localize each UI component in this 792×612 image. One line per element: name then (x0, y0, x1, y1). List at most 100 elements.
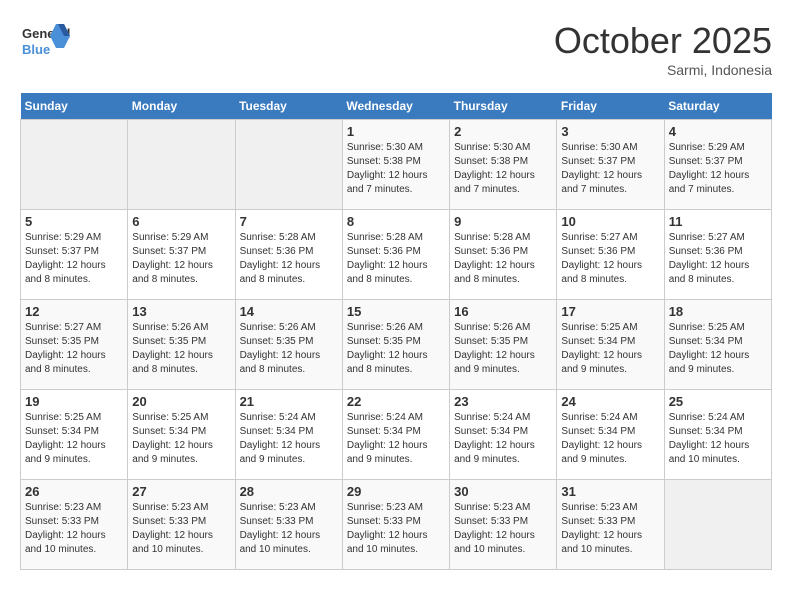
day-detail: Sunrise: 5:26 AM Sunset: 5:35 PM Dayligh… (347, 321, 445, 377)
location-subtitle: Sarmi, Indonesia (554, 62, 772, 78)
day-detail: Sunrise: 5:27 AM Sunset: 5:36 PM Dayligh… (669, 231, 767, 287)
calendar-cell (128, 120, 235, 210)
day-detail: Sunrise: 5:26 AM Sunset: 5:35 PM Dayligh… (240, 321, 338, 377)
weekday-header-sunday: Sunday (21, 93, 128, 120)
day-detail: Sunrise: 5:29 AM Sunset: 5:37 PM Dayligh… (25, 231, 123, 287)
day-detail: Sunrise: 5:30 AM Sunset: 5:38 PM Dayligh… (454, 141, 552, 197)
day-number: 29 (347, 484, 445, 499)
day-detail: Sunrise: 5:24 AM Sunset: 5:34 PM Dayligh… (669, 411, 767, 467)
day-number: 19 (25, 394, 123, 409)
calendar-cell: 31 Sunrise: 5:23 AM Sunset: 5:33 PM Dayli… (557, 480, 664, 570)
calendar-cell: 25 Sunrise: 5:24 AM Sunset: 5:34 PM Dayli… (664, 390, 771, 480)
calendar-cell: 5 Sunrise: 5:29 AM Sunset: 5:37 PM Daylig… (21, 210, 128, 300)
day-detail: Sunrise: 5:27 AM Sunset: 5:35 PM Dayligh… (25, 321, 123, 377)
calendar-cell: 9 Sunrise: 5:28 AM Sunset: 5:36 PM Daylig… (450, 210, 557, 300)
day-number: 10 (561, 214, 659, 229)
logo: General Blue (20, 20, 70, 64)
day-number: 8 (347, 214, 445, 229)
day-number: 22 (347, 394, 445, 409)
day-detail: Sunrise: 5:24 AM Sunset: 5:34 PM Dayligh… (454, 411, 552, 467)
day-detail: Sunrise: 5:23 AM Sunset: 5:33 PM Dayligh… (132, 501, 230, 557)
day-detail: Sunrise: 5:25 AM Sunset: 5:34 PM Dayligh… (25, 411, 123, 467)
day-detail: Sunrise: 5:23 AM Sunset: 5:33 PM Dayligh… (240, 501, 338, 557)
day-number: 13 (132, 304, 230, 319)
week-row-1: 1 Sunrise: 5:30 AM Sunset: 5:38 PM Daylig… (21, 120, 772, 210)
day-number: 17 (561, 304, 659, 319)
day-detail: Sunrise: 5:30 AM Sunset: 5:37 PM Dayligh… (561, 141, 659, 197)
day-number: 27 (132, 484, 230, 499)
day-number: 4 (669, 124, 767, 139)
week-row-4: 19 Sunrise: 5:25 AM Sunset: 5:34 PM Dayli… (21, 390, 772, 480)
calendar-cell: 20 Sunrise: 5:25 AM Sunset: 5:34 PM Dayli… (128, 390, 235, 480)
calendar-cell: 15 Sunrise: 5:26 AM Sunset: 5:35 PM Dayli… (342, 300, 449, 390)
day-number: 5 (25, 214, 123, 229)
title-section: October 2025 Sarmi, Indonesia (554, 20, 772, 78)
week-row-3: 12 Sunrise: 5:27 AM Sunset: 5:35 PM Dayli… (21, 300, 772, 390)
weekday-header-wednesday: Wednesday (342, 93, 449, 120)
day-number: 18 (669, 304, 767, 319)
day-detail: Sunrise: 5:28 AM Sunset: 5:36 PM Dayligh… (347, 231, 445, 287)
weekday-header-tuesday: Tuesday (235, 93, 342, 120)
day-detail: Sunrise: 5:29 AM Sunset: 5:37 PM Dayligh… (669, 141, 767, 197)
calendar-cell: 3 Sunrise: 5:30 AM Sunset: 5:37 PM Daylig… (557, 120, 664, 210)
calendar-cell: 1 Sunrise: 5:30 AM Sunset: 5:38 PM Daylig… (342, 120, 449, 210)
calendar-cell: 17Sunrise: 5:25 AM Sunset: 5:34 PM Dayli… (557, 300, 664, 390)
svg-text:Blue: Blue (22, 42, 50, 57)
day-detail: Sunrise: 5:23 AM Sunset: 5:33 PM Dayligh… (25, 501, 123, 557)
weekday-header-monday: Monday (128, 93, 235, 120)
day-number: 12 (25, 304, 123, 319)
day-detail: Sunrise: 5:23 AM Sunset: 5:33 PM Dayligh… (347, 501, 445, 557)
calendar-cell: 26Sunrise: 5:23 AM Sunset: 5:33 PM Dayli… (21, 480, 128, 570)
day-detail: Sunrise: 5:23 AM Sunset: 5:33 PM Dayligh… (454, 501, 552, 557)
day-number: 3 (561, 124, 659, 139)
logo-svg: General Blue (20, 20, 70, 64)
day-number: 2 (454, 124, 552, 139)
calendar-cell: 28 Sunrise: 5:23 AM Sunset: 5:33 PM Dayli… (235, 480, 342, 570)
day-number: 1 (347, 124, 445, 139)
day-number: 28 (240, 484, 338, 499)
day-detail: Sunrise: 5:27 AM Sunset: 5:36 PM Dayligh… (561, 231, 659, 287)
weekday-header-friday: Friday (557, 93, 664, 120)
day-detail: Sunrise: 5:24 AM Sunset: 5:34 PM Dayligh… (561, 411, 659, 467)
calendar-cell: 12 Sunrise: 5:27 AM Sunset: 5:35 PM Dayli… (21, 300, 128, 390)
day-number: 31 (561, 484, 659, 499)
weekday-header-thursday: Thursday (450, 93, 557, 120)
day-detail: Sunrise: 5:26 AM Sunset: 5:35 PM Dayligh… (454, 321, 552, 377)
day-number: 25 (669, 394, 767, 409)
calendar-cell (235, 120, 342, 210)
day-detail: Sunrise: 5:28 AM Sunset: 5:36 PM Dayligh… (240, 231, 338, 287)
day-number: 23 (454, 394, 552, 409)
day-detail: Sunrise: 5:28 AM Sunset: 5:36 PM Dayligh… (454, 231, 552, 287)
weekday-header-saturday: Saturday (664, 93, 771, 120)
day-detail: Sunrise: 5:30 AM Sunset: 5:38 PM Dayligh… (347, 141, 445, 197)
day-detail: Sunrise: 5:25 AM Sunset: 5:34 PM Dayligh… (132, 411, 230, 467)
day-number: 16 (454, 304, 552, 319)
calendar-cell: 27 Sunrise: 5:23 AM Sunset: 5:33 PM Dayli… (128, 480, 235, 570)
day-number: 21 (240, 394, 338, 409)
day-detail: Sunrise: 5:26 AM Sunset: 5:35 PM Dayligh… (132, 321, 230, 377)
calendar-cell (21, 120, 128, 210)
calendar-cell: 14 Sunrise: 5:26 AM Sunset: 5:35 PM Dayli… (235, 300, 342, 390)
day-number: 20 (132, 394, 230, 409)
day-detail: Sunrise: 5:24 AM Sunset: 5:34 PM Dayligh… (347, 411, 445, 467)
day-detail: Sunrise: 5:29 AM Sunset: 5:37 PM Dayligh… (132, 231, 230, 287)
calendar-cell: 2 Sunrise: 5:30 AM Sunset: 5:38 PM Daylig… (450, 120, 557, 210)
calendar-cell: 6Sunrise: 5:29 AM Sunset: 5:37 PM Daylig… (128, 210, 235, 300)
day-number: 30 (454, 484, 552, 499)
day-number: 14 (240, 304, 338, 319)
calendar-cell: 18Sunrise: 5:25 AM Sunset: 5:34 PM Dayli… (664, 300, 771, 390)
calendar-cell: 23 Sunrise: 5:24 AM Sunset: 5:34 PM Dayli… (450, 390, 557, 480)
week-row-5: 26Sunrise: 5:23 AM Sunset: 5:33 PM Dayli… (21, 480, 772, 570)
calendar-cell: 22 Sunrise: 5:24 AM Sunset: 5:34 PM Dayli… (342, 390, 449, 480)
day-number: 15 (347, 304, 445, 319)
calendar-cell: 10 Sunrise: 5:27 AM Sunset: 5:36 PM Dayli… (557, 210, 664, 300)
day-number: 9 (454, 214, 552, 229)
weekday-header-row: SundayMondayTuesdayWednesdayThursdayFrid… (21, 93, 772, 120)
day-detail: Sunrise: 5:24 AM Sunset: 5:34 PM Dayligh… (240, 411, 338, 467)
page-header: General Blue October 2025 Sarmi, Indones… (20, 20, 772, 78)
calendar-cell: 13 Sunrise: 5:26 AM Sunset: 5:35 PM Dayli… (128, 300, 235, 390)
calendar-cell: 11Sunrise: 5:27 AM Sunset: 5:36 PM Dayli… (664, 210, 771, 300)
calendar-cell: 8 Sunrise: 5:28 AM Sunset: 5:36 PM Daylig… (342, 210, 449, 300)
calendar-cell: 21 Sunrise: 5:24 AM Sunset: 5:34 PM Dayli… (235, 390, 342, 480)
day-detail: Sunrise: 5:23 AM Sunset: 5:33 PM Dayligh… (561, 501, 659, 557)
